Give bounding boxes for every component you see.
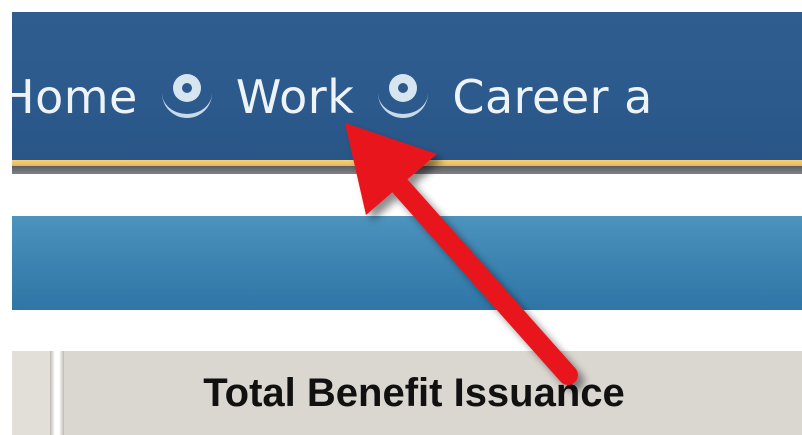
person-bubble-icon <box>374 66 432 128</box>
left-margin <box>0 0 12 435</box>
column-header-title: Total Benefit Issuance <box>203 371 625 415</box>
sub-navigation-bar <box>12 216 802 310</box>
nav-items: Home Work Career a <box>0 62 653 132</box>
column-resize-handle[interactable] <box>50 351 64 435</box>
nav-item-career[interactable]: Career a <box>452 74 653 120</box>
dark-divider <box>12 166 802 174</box>
table-header-cell-total-benefit-issuance[interactable]: Total Benefit Issuance <box>64 351 802 435</box>
nav-separator-arc <box>378 80 429 118</box>
person-bubble-icon <box>158 66 216 128</box>
nav-separator-arc <box>161 80 212 118</box>
table-header-row: Total Benefit Issuance <box>12 351 802 435</box>
nav-item-work[interactable]: Work <box>236 74 354 120</box>
top-margin <box>0 0 802 12</box>
table-header-cell-left <box>12 351 50 435</box>
page: Home Work Career a Total Benefit Issuanc… <box>0 0 802 435</box>
nav-item-home[interactable]: Home <box>0 74 138 120</box>
main-navigation-bar: Home Work Career a <box>0 12 802 160</box>
